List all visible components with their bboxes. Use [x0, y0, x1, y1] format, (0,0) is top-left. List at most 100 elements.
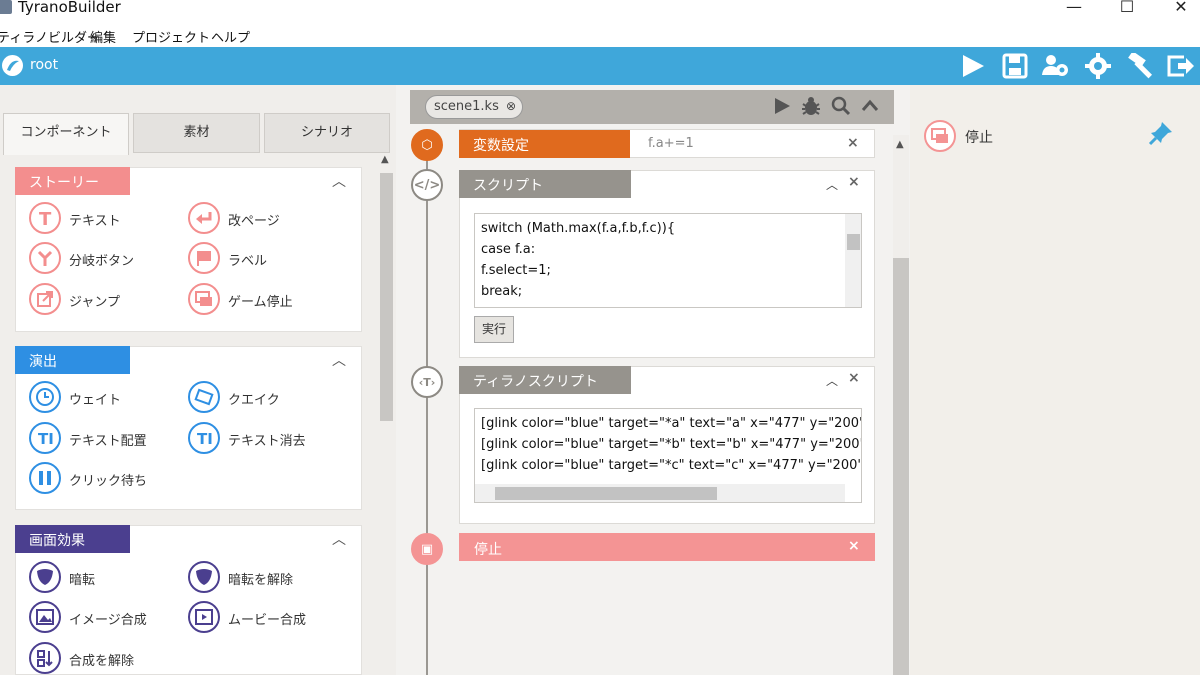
script-textarea[interactable]: switch (Math.max(f.a,f.b,f.c)){ case f.a…	[474, 213, 862, 308]
scroll-up-arrow[interactable]: ▲	[381, 154, 389, 165]
section-story-title: ストーリー	[15, 167, 130, 195]
section-story-header[interactable]: ストーリー ︿	[15, 167, 362, 195]
play-icon[interactable]	[960, 53, 986, 79]
tyrano-hscrollbar[interactable]	[475, 484, 845, 502]
scroll-up-arrow[interactable]: ▲	[896, 139, 904, 150]
section-screen-effects-header[interactable]: 画面効果 ︿	[15, 525, 362, 553]
stop-window-icon	[188, 283, 220, 315]
svg-text:TI: TI	[38, 430, 54, 448]
script-scrollbar[interactable]	[845, 214, 861, 307]
flag-icon	[188, 242, 220, 274]
jump-icon	[29, 283, 61, 315]
text-icon: T	[29, 202, 61, 234]
chevron-up-icon[interactable]: ︿	[332, 529, 346, 549]
menu-tyranobuilder[interactable]: ティラノビルダー	[0, 27, 100, 46]
menu-project[interactable]: プロジェクト	[132, 27, 210, 46]
component-label: クリック待ち	[69, 474, 148, 489]
menu-bar: ティラノビルダー 編集 プロジェクト ヘルプ	[0, 24, 1200, 48]
text-position-icon: TI	[29, 422, 61, 454]
pin-icon[interactable]	[1148, 120, 1174, 150]
gear-icon[interactable]	[1085, 53, 1111, 79]
hammer-icon[interactable]	[1126, 51, 1153, 79]
users-gear-icon[interactable]	[1041, 53, 1068, 79]
minimize-button[interactable]: —	[1051, 0, 1097, 18]
node-tyrano-label: ティラノスクリプト	[459, 366, 631, 394]
section-effects-header[interactable]: 演出 ︿	[15, 346, 362, 374]
node-variable-label: 変数設定	[459, 130, 630, 158]
close-button[interactable]: ✕	[1158, 0, 1200, 18]
component-label: ウェイト	[69, 393, 122, 408]
window-title: TyranoBuilder	[18, 0, 121, 16]
left-scroll-thumb[interactable]	[380, 173, 393, 421]
script-line: switch (Math.max(f.a,f.b,f.c)){	[481, 221, 676, 236]
component-label: 暗転	[69, 573, 96, 588]
close-tab-icon[interactable]: ⊗	[506, 99, 516, 113]
tyrano-script-icon: ‹T›	[411, 366, 443, 398]
chevron-up-icon[interactable]: ︿	[332, 171, 346, 191]
node-script: スクリプト ︿ × switch (Math.max(f.a,f.b,f.c))…	[459, 170, 875, 358]
variable-icon: ⬡	[411, 129, 443, 161]
node-variable-value: f.a+=1	[648, 136, 694, 151]
component-label: クエイク	[228, 393, 280, 408]
tyrano-line: [glink color="blue" target="*c" text="c"…	[481, 458, 862, 473]
code-icon: </>	[411, 169, 443, 201]
tyrano-textarea[interactable]: [glink color="blue" target="*a" text="a"…	[474, 408, 862, 503]
node-tyrano-script: ティラノスクリプト ︿ × [glink color="blue" target…	[459, 366, 875, 524]
pause-icon	[29, 462, 61, 494]
fade-out-icon	[29, 561, 61, 593]
component-label: ジャンプ	[69, 295, 120, 310]
component-label: イメージ合成	[69, 613, 147, 628]
node-stop[interactable]: 停止 ×	[459, 533, 875, 561]
menu-help[interactable]: ヘルプ	[211, 27, 250, 46]
script-line: case f.a:	[481, 242, 536, 257]
script-scroll-thumb[interactable]	[847, 234, 860, 250]
close-icon[interactable]: ×	[848, 174, 860, 190]
text-clear-icon: TI	[188, 422, 220, 454]
chevron-up-icon[interactable]: ︿	[332, 350, 346, 370]
save-icon[interactable]	[1002, 53, 1028, 79]
component-label: テキスト消去	[228, 434, 306, 449]
root-icon[interactable]	[2, 55, 23, 76]
run-button[interactable]: 実行	[474, 316, 514, 343]
collapse-icon[interactable]: ︿	[826, 372, 838, 389]
scene-tab[interactable]: scene1.ks ⊗	[425, 95, 523, 119]
title-bar: TyranoBuilder — ☐ ✕	[0, 0, 1200, 24]
component-label: テキスト	[69, 214, 121, 229]
tab-scenario[interactable]: シナリオ	[264, 113, 390, 153]
maximize-button[interactable]: ☐	[1104, 0, 1150, 18]
component-label: 分岐ボタン	[69, 254, 135, 269]
component-label: ゲーム停止	[228, 295, 293, 310]
return-arrow-icon	[188, 202, 220, 234]
film-icon	[188, 601, 220, 633]
play-icon[interactable]	[772, 96, 792, 120]
branch-icon	[29, 242, 61, 274]
stop-window-icon: ▣	[411, 533, 443, 565]
node-stop-label: 停止	[474, 542, 502, 558]
app-icon	[0, 0, 12, 14]
exit-icon[interactable]	[1166, 53, 1194, 79]
search-icon[interactable]	[831, 96, 851, 120]
fade-in-icon	[188, 561, 220, 593]
editor-scroll-thumb[interactable]	[893, 258, 909, 675]
root-label[interactable]: root	[30, 57, 58, 73]
bug-icon[interactable]	[800, 95, 822, 121]
tab-components[interactable]: コンポーネント	[3, 113, 129, 155]
component-label: ムービー合成	[228, 613, 307, 628]
quake-icon	[188, 381, 220, 413]
close-icon[interactable]: ×	[848, 370, 860, 386]
property-panel	[910, 85, 1200, 675]
component-label: テキスト配置	[69, 434, 147, 449]
tyrano-line: [glink color="blue" target="*b" text="b"…	[481, 437, 862, 452]
tab-materials[interactable]: 素材	[133, 113, 260, 153]
component-label: 合成を解除	[69, 654, 135, 669]
component-label: 改ページ	[228, 214, 280, 229]
tyrano-hscroll-thumb[interactable]	[495, 487, 717, 500]
close-icon[interactable]: ×	[847, 135, 859, 151]
chevron-up-icon[interactable]	[861, 97, 879, 119]
scene-tab-label: scene1.ks	[434, 99, 499, 114]
node-variable[interactable]: 変数設定 f.a+=1 ×	[459, 129, 875, 158]
menu-edit[interactable]: 編集	[90, 27, 116, 46]
image-icon	[29, 601, 61, 633]
close-icon[interactable]: ×	[848, 538, 860, 554]
collapse-icon[interactable]: ︿	[826, 176, 838, 193]
